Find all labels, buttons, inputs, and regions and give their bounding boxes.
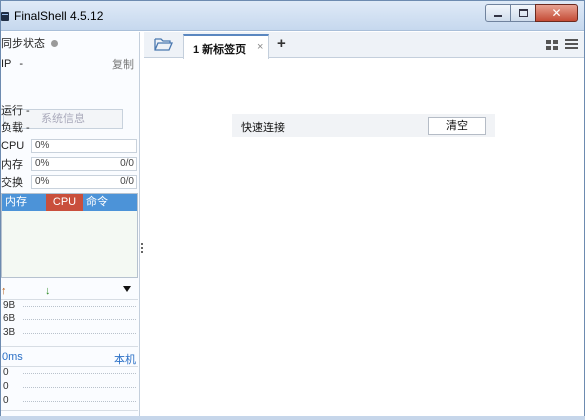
- copy-ip-link[interactable]: 复制: [112, 56, 134, 72]
- sync-status-label: 同步状态: [1, 38, 45, 50]
- network-panel: ↑ ↓ 9B 6B 3B: [1, 285, 138, 348]
- swap-value: 0%: [35, 176, 50, 187]
- swap-row: 交换 0% 0/0: [1, 174, 140, 190]
- window-title: FinalShell 4.5.12: [14, 9, 104, 23]
- tab-close-icon[interactable]: ×: [257, 41, 263, 53]
- process-sort-command[interactable]: 命令: [86, 194, 126, 211]
- tab-new-tab[interactable]: 1 新标签页 ×: [183, 34, 269, 59]
- graph-gridline: [23, 333, 136, 334]
- graph-gridline: [23, 387, 136, 388]
- swap-label: 交换: [1, 177, 23, 189]
- swap-ratio: 0/0: [120, 176, 134, 187]
- swap-meter: 0% 0/0: [31, 175, 137, 189]
- ping-latency: 0ms: [2, 351, 23, 363]
- graph-gridline: [23, 373, 136, 374]
- maximize-icon: [518, 9, 528, 17]
- title-bar: FinalShell 4.5.12 ✕: [1, 1, 584, 31]
- network-graph: 9B 6B 3B: [1, 299, 138, 347]
- ping-graph: 0 0 0: [1, 366, 138, 411]
- sync-status-row: 同步状态: [1, 35, 140, 51]
- network-scale-label: 9B: [3, 300, 16, 311]
- quick-connect-label: 快速连接: [241, 122, 285, 134]
- maximize-button[interactable]: [510, 4, 536, 22]
- ping-header: 0ms 本机: [1, 351, 138, 367]
- load-row: 负载 -: [1, 122, 30, 134]
- minimize-button[interactable]: [485, 4, 511, 22]
- main-content: 快速连接 清空: [144, 59, 584, 419]
- left-sidebar: 同步状态 IP - 复制 系统信息 运行 - 负载 - CPU 0% 内存 0%…: [1, 32, 140, 419]
- memory-row: 内存 0% 0/0: [1, 156, 140, 172]
- download-arrow-icon: ↓: [45, 285, 51, 297]
- graph-gridline: [23, 401, 136, 402]
- memory-meter: 0% 0/0: [31, 157, 137, 171]
- memory-label: 内存: [1, 159, 23, 171]
- cpu-meter: 0%: [31, 139, 137, 153]
- cpu-row: CPU 0%: [1, 138, 140, 154]
- tab-label: 1 新标签页: [193, 44, 247, 56]
- network-scale-label: 3B: [3, 327, 16, 338]
- close-button[interactable]: ✕: [535, 4, 578, 22]
- ping-host-selector[interactable]: 本机: [114, 351, 136, 367]
- minimize-icon: [494, 15, 502, 17]
- process-panel: 内存 CPU 命令: [1, 193, 138, 278]
- app-window: FinalShell 4.5.12 ✕ 同步状态 IP - 复制 系统信息 运行…: [0, 0, 585, 420]
- sync-status-dot-icon: [51, 39, 58, 47]
- app-icon: [1, 12, 9, 21]
- memory-ratio: 0/0: [120, 158, 134, 169]
- cpu-value: 0%: [35, 140, 50, 151]
- memory-value: 0%: [35, 158, 50, 169]
- ping-panel: 0ms 本机 0 0 0: [1, 351, 138, 411]
- window-controls: ✕: [485, 4, 578, 22]
- ping-scale-label: 0: [3, 381, 9, 392]
- process-sort-memory[interactable]: 内存: [5, 194, 45, 211]
- folder-open-icon[interactable]: [154, 37, 173, 52]
- ip-row: IP - 复制: [1, 56, 140, 72]
- layout-grid-icon[interactable]: [546, 40, 558, 50]
- quick-connect-bar: 快速连接 清空: [232, 114, 495, 137]
- upload-arrow-icon: ↑: [1, 285, 7, 297]
- network-scale-label: 6B: [3, 313, 16, 324]
- ping-scale-label: 0: [3, 395, 9, 406]
- process-header: 内存 CPU 命令: [2, 194, 137, 211]
- cpu-label: CPU: [1, 140, 25, 152]
- add-tab-icon[interactable]: +: [277, 35, 286, 52]
- ping-scale-label: 0: [3, 367, 9, 378]
- graph-gridline: [23, 319, 136, 320]
- process-sort-cpu[interactable]: CPU: [46, 194, 83, 211]
- clear-button[interactable]: 清空: [428, 117, 486, 135]
- close-icon: ✕: [551, 6, 562, 20]
- menu-icon[interactable]: [565, 39, 578, 50]
- uptime-row: 运行 -: [1, 105, 30, 117]
- network-interface-dropdown-icon[interactable]: [123, 286, 131, 292]
- tab-bar: 1 新标签页 × +: [144, 32, 584, 59]
- desktop-taskbar-strip: [0, 416, 585, 420]
- ip-value: -: [19, 58, 24, 70]
- ip-label: IP: [1, 58, 12, 70]
- graph-gridline: [23, 306, 136, 307]
